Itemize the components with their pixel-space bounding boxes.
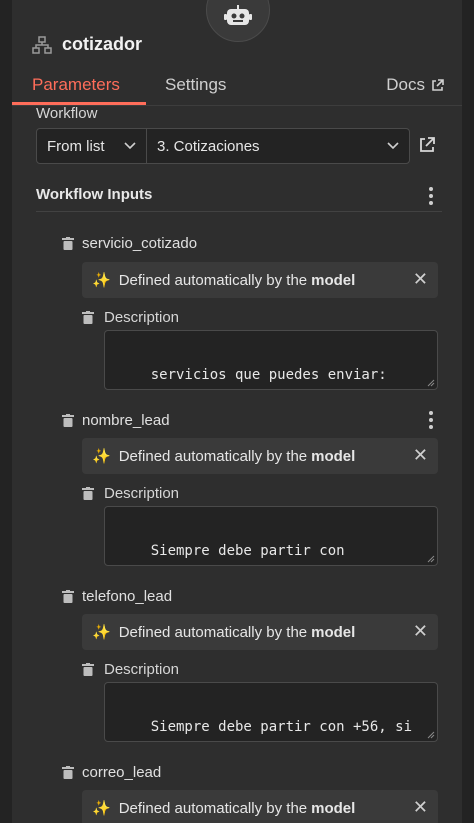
- description-row: Description: [82, 661, 179, 678]
- auto-defined-box: ✨ Defined automatically by the model ✕: [82, 262, 438, 298]
- auto-defined-model: model: [311, 623, 356, 641]
- auto-defined-model: model: [311, 799, 356, 817]
- trash-icon[interactable]: [62, 237, 74, 250]
- field-name-label: nombre_lead: [82, 412, 170, 429]
- description-text: Siempre debe partir con +56, si el usuar…: [150, 719, 413, 735]
- section-divider: [36, 211, 442, 212]
- trash-icon[interactable]: [82, 311, 94, 324]
- trash-icon[interactable]: [62, 590, 74, 603]
- workflow-selected-value: 3. Cotizaciones: [157, 137, 260, 155]
- tab-settings[interactable]: Settings: [165, 75, 226, 95]
- workflow-mode-value: From list: [47, 137, 105, 155]
- trash-icon[interactable]: [62, 766, 74, 779]
- sparkles-icon: ✨: [92, 800, 111, 817]
- workflow-inputs-menu-icon[interactable]: [429, 187, 433, 205]
- description-text: servicios que puedes enviar: - Gestión d…: [150, 367, 387, 383]
- description-textarea[interactable]: Siempre debe partir con mayúscula: [104, 506, 438, 566]
- canvas-backdrop-left: [0, 0, 12, 823]
- description-textarea[interactable]: servicios que puedes enviar: - Gestión d…: [104, 330, 438, 390]
- resize-handle-icon[interactable]: [427, 379, 435, 387]
- workflow-icon: [32, 36, 52, 59]
- auto-defined-text: Defined automatically by the: [118, 271, 308, 289]
- resize-handle-icon[interactable]: [427, 555, 435, 563]
- tab-parameters[interactable]: Parameters: [32, 75, 120, 95]
- field-menu-icon[interactable]: [429, 411, 433, 429]
- auto-defined-text: Defined automatically by the: [118, 447, 308, 465]
- description-row: Description: [82, 309, 179, 326]
- open-workflow-icon[interactable]: [418, 136, 436, 159]
- auto-defined-box: ✨ Defined automatically by the model ✕: [82, 790, 438, 823]
- field-nombre-lead: nombre_lead: [62, 412, 170, 429]
- close-icon[interactable]: ✕: [413, 445, 428, 466]
- tab-docs[interactable]: Docs: [386, 75, 444, 95]
- field-correo-lead: correo_lead: [62, 764, 161, 781]
- description-label: Description: [104, 485, 180, 502]
- field-servicio-cotizado: servicio_cotizado: [62, 235, 197, 252]
- node-parameters-panel: cotizador Parameters Settings Docs Workf…: [12, 0, 462, 823]
- workflow-selector: From list 3. Cotizaciones: [36, 128, 410, 164]
- sparkles-icon: ✨: [92, 448, 111, 465]
- close-icon[interactable]: ✕: [413, 621, 428, 642]
- trash-icon[interactable]: [82, 487, 94, 500]
- workflow-value-select[interactable]: 3. Cotizaciones: [147, 129, 409, 163]
- auto-defined-box: ✨ Defined automatically by the model ✕: [82, 438, 438, 474]
- workflow-label: Workflow: [36, 105, 98, 122]
- field-name-label: telefono_lead: [82, 588, 173, 605]
- description-textarea[interactable]: Siempre debe partir con +56, si el usuar…: [104, 682, 438, 742]
- trash-icon[interactable]: [82, 663, 94, 676]
- trash-icon[interactable]: [62, 414, 74, 427]
- workflow-mode-select[interactable]: From list: [37, 129, 147, 163]
- canvas-backdrop-right: [462, 0, 474, 823]
- panel-tabs: Parameters Settings Docs: [12, 66, 462, 106]
- chevron-down-icon: [387, 142, 399, 150]
- close-icon[interactable]: ✕: [413, 269, 428, 290]
- auto-defined-model: model: [311, 271, 356, 289]
- description-label: Description: [104, 661, 180, 678]
- auto-defined-box: ✨ Defined automatically by the model ✕: [82, 614, 438, 650]
- auto-defined-text: Defined automatically by the: [118, 799, 308, 817]
- auto-defined-text: Defined automatically by the: [118, 623, 308, 641]
- field-name-label: servicio_cotizado: [82, 235, 198, 252]
- close-icon[interactable]: ✕: [413, 797, 428, 818]
- description-label: Description: [104, 309, 180, 326]
- workflow-inputs-title: Workflow Inputs: [36, 186, 153, 203]
- field-telefono-lead: telefono_lead: [62, 588, 172, 605]
- sparkles-icon: ✨: [92, 624, 111, 641]
- description-row: Description: [82, 485, 179, 502]
- docs-label: Docs: [386, 75, 425, 94]
- auto-defined-model: model: [311, 447, 356, 465]
- node-title[interactable]: cotizador: [62, 34, 142, 55]
- resize-handle-icon[interactable]: [427, 731, 435, 739]
- sparkles-icon: ✨: [92, 272, 111, 289]
- external-link-icon: [432, 78, 444, 91]
- description-text: Siempre debe partir con mayúscula: [150, 543, 345, 559]
- chevron-down-icon: [124, 142, 136, 150]
- field-name-label: correo_lead: [82, 764, 162, 781]
